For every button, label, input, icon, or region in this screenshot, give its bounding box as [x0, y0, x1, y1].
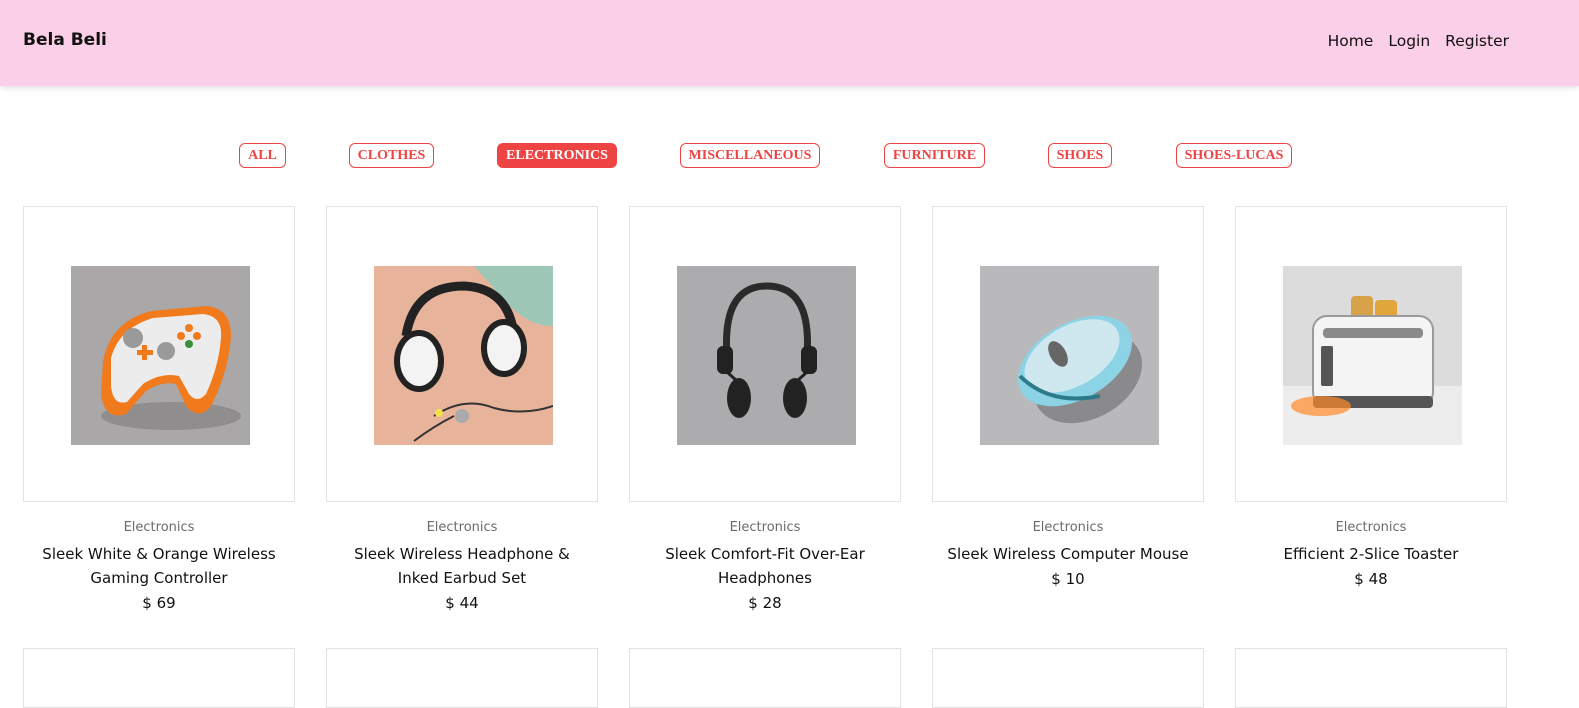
product-card-partial[interactable]	[932, 648, 1204, 708]
product-price: $ 28	[748, 594, 782, 612]
product-price: $ 10	[1051, 570, 1085, 588]
product-card[interactable]: Electronics Sleek Wireless Headphone & I…	[326, 206, 598, 612]
category-clothes-button[interactable]: CLOTHES	[349, 143, 434, 168]
product-card[interactable]: Electronics Efficient 2-Slice Toaster $ …	[1235, 206, 1507, 588]
headphones-earbuds-image[interactable]	[374, 266, 553, 445]
category-shoes-lucas-button[interactable]: SHOES-LUCAS	[1176, 143, 1292, 168]
over-ear-headphones-image[interactable]	[677, 266, 856, 445]
product-card-partial[interactable]	[1235, 648, 1507, 708]
gaming-controller-image[interactable]	[71, 266, 250, 445]
product-card[interactable]: Electronics Sleek Comfort-Fit Over-Ear H…	[629, 206, 901, 612]
toaster-image[interactable]	[1283, 266, 1462, 445]
product-card-partial[interactable]	[23, 648, 295, 708]
product-image-box[interactable]	[23, 206, 295, 502]
product-title[interactable]: Efficient 2-Slice Toaster	[1235, 542, 1507, 566]
product-card-partial[interactable]	[629, 648, 901, 708]
category-electronics-button[interactable]: ELECTRONICS	[497, 143, 617, 168]
product-price: $ 69	[142, 594, 176, 612]
product-price: $ 48	[1354, 570, 1388, 588]
nav-home-link[interactable]: Home	[1328, 32, 1374, 50]
product-image-box[interactable]	[1235, 206, 1507, 502]
category-furniture-button[interactable]: FURNITURE	[884, 143, 985, 168]
brand-logo[interactable]: Bela Beli	[23, 30, 107, 50]
product-image-box[interactable]	[932, 206, 1204, 502]
product-category-label: Electronics	[1032, 520, 1104, 535]
product-card[interactable]: Electronics Sleek White & Orange Wireles…	[23, 206, 295, 612]
product-title[interactable]: Sleek Wireless Headphone & Inked Earbud …	[326, 542, 598, 590]
product-card[interactable]: Electronics Sleek Wireless Computer Mous…	[932, 206, 1204, 588]
computer-mouse-image[interactable]	[980, 266, 1159, 445]
product-image-box[interactable]	[326, 206, 598, 502]
product-image-box[interactable]	[629, 206, 901, 502]
product-category-label: Electronics	[123, 520, 195, 535]
product-category-label: Electronics	[729, 520, 801, 535]
product-title[interactable]: Sleek Wireless Computer Mouse	[932, 542, 1204, 566]
category-miscellaneous-button[interactable]: MISCELLANEOUS	[680, 143, 820, 168]
product-category-label: Electronics	[1335, 520, 1407, 535]
navbar: Bela Beli Home Login Register	[0, 0, 1579, 86]
product-title[interactable]: Sleek Comfort-Fit Over-Ear Headphones	[629, 542, 901, 590]
nav-links: Home Login Register	[1328, 32, 1509, 50]
nav-register-link[interactable]: Register	[1445, 32, 1509, 50]
product-card-partial[interactable]	[326, 648, 598, 708]
product-category-label: Electronics	[426, 520, 498, 535]
nav-login-link[interactable]: Login	[1388, 32, 1430, 50]
category-shoes-button[interactable]: SHOES	[1048, 143, 1112, 168]
product-price: $ 44	[445, 594, 479, 612]
category-all-button[interactable]: ALL	[239, 143, 286, 168]
product-title[interactable]: Sleek White & Orange Wireless Gaming Con…	[23, 542, 295, 590]
